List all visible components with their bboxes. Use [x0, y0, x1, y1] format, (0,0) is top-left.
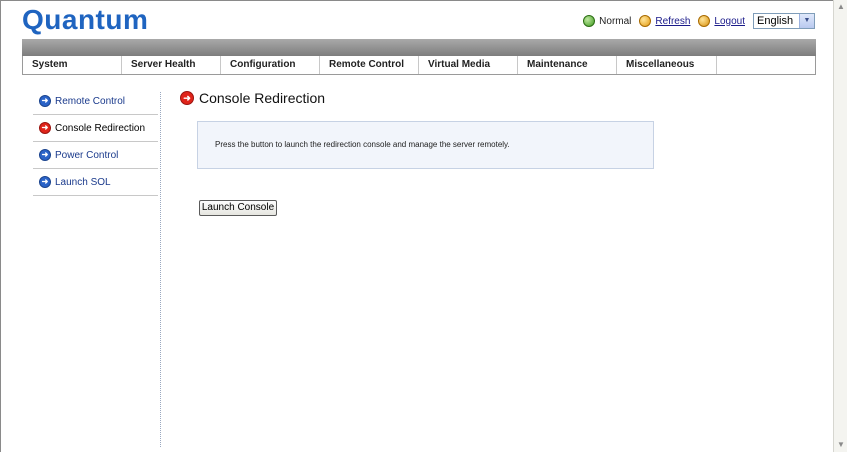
vertical-scrollbar[interactable]: ▲ ▼ [833, 0, 847, 452]
tab-maintenance[interactable]: Maintenance [518, 56, 617, 74]
sidebar-item-remote-control[interactable]: ➜ Remote Control [33, 88, 158, 115]
page-title-text: Console Redirection [199, 90, 326, 106]
sidebar-item-label: Remote Control [55, 95, 126, 107]
sidebar-item-label: Power Control [55, 149, 119, 161]
language-value: English [757, 15, 794, 27]
tab-remote-control[interactable]: Remote Control [320, 56, 419, 74]
logout-link[interactable]: Logout [714, 16, 745, 27]
tab-virtual-media[interactable]: Virtual Media [419, 56, 518, 74]
info-box: Press the button to launch the redirecti… [197, 121, 654, 169]
refresh-link[interactable]: Refresh [655, 16, 690, 27]
sidebar-item-power-control[interactable]: ➜ Power Control [33, 142, 158, 169]
arrow-right-icon: ➜ [39, 176, 51, 188]
arrow-right-icon: ➜ [180, 91, 194, 105]
sidebar: ➜ Remote Control ➜ Console Redirection ➜… [33, 88, 158, 196]
nav-band [22, 39, 816, 56]
status-label: Normal [599, 15, 632, 27]
launch-console-button[interactable]: Launch Console [199, 200, 277, 216]
main-nav: System Server Health Configuration Remot… [22, 39, 816, 75]
quantum-logo: Quantum [22, 4, 149, 35]
scroll-down-icon[interactable]: ▼ [835, 439, 847, 451]
tab-miscellaneous[interactable]: Miscellaneous [617, 56, 717, 74]
sidebar-divider [160, 92, 161, 447]
scroll-up-icon[interactable]: ▲ [835, 1, 847, 13]
sidebar-item-label: Console Redirection [55, 122, 146, 134]
sidebar-item-launch-sol[interactable]: ➜ Launch SOL [33, 169, 158, 196]
tab-configuration[interactable]: Configuration [221, 56, 320, 74]
top-status-bar: Normal Refresh Logout English ▼ [583, 12, 815, 30]
arrow-right-icon: ➜ [39, 95, 51, 107]
status-ok-icon [583, 15, 596, 27]
nav-tabs: System Server Health Configuration Remot… [22, 56, 816, 75]
arrow-right-icon: ➜ [39, 149, 51, 161]
logout-icon[interactable] [698, 15, 711, 27]
refresh-icon[interactable] [639, 15, 652, 27]
arrow-right-icon: ➜ [39, 122, 51, 134]
tab-server-health[interactable]: Server Health [122, 56, 221, 74]
sidebar-item-console-redirection[interactable]: ➜ Console Redirection [33, 115, 158, 142]
sidebar-item-label: Launch SOL [55, 176, 111, 188]
chevron-down-icon[interactable]: ▼ [799, 14, 814, 28]
tab-system[interactable]: System [23, 56, 122, 74]
language-select[interactable]: English ▼ [753, 13, 815, 29]
info-text: Press the button to launch the redirecti… [215, 140, 510, 149]
page-title: ➜ Console Redirection [180, 90, 325, 106]
